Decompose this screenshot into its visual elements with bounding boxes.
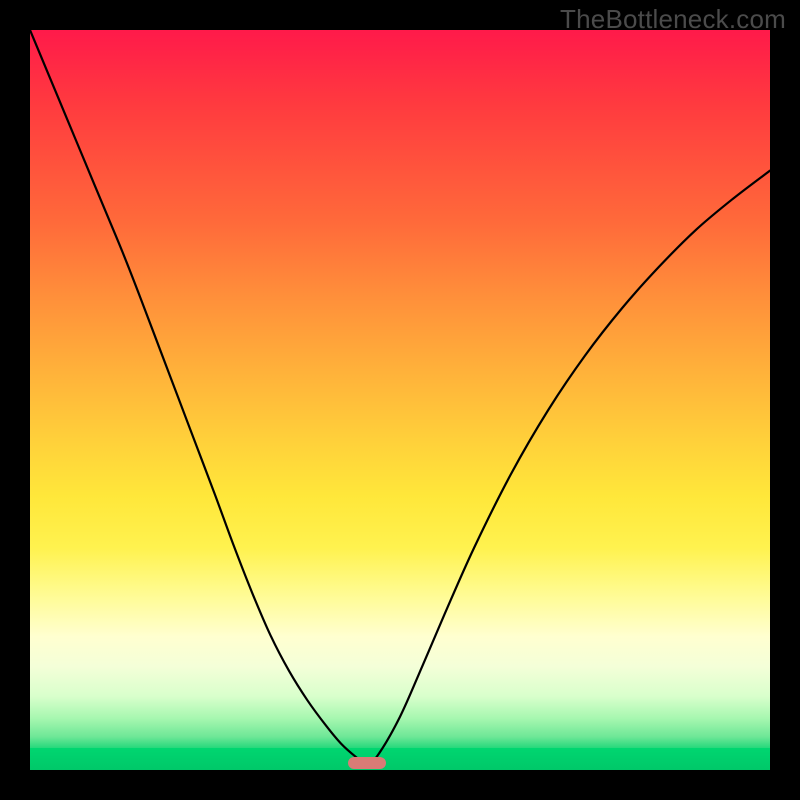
plot-area (30, 30, 770, 770)
curve-svg (30, 30, 770, 770)
optimum-marker (348, 757, 386, 769)
bottleneck-curve (30, 30, 770, 764)
chart-container: TheBottleneck.com (0, 0, 800, 800)
